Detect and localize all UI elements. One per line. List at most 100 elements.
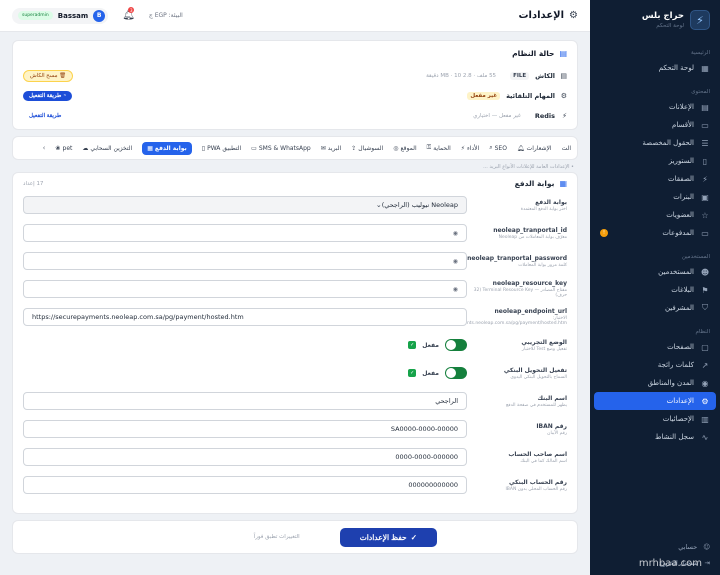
system-status-card: ▤ حالة النظام ▤ الكاش FILE 55 ملف · 2.8 … [12,40,578,130]
tab-share[interactable]: السوشيال ⇪ [351,145,383,152]
mail-icon: ✉ [320,144,326,152]
sidebar-item[interactable]: ∿ سجل النشاط [590,428,720,446]
text-input[interactable]: 0000-0000-000000 [23,448,467,466]
secret-input[interactable]: ◉ [23,280,467,298]
save-hint: التغييرات تطبق فوراً [253,534,300,540]
text-input[interactable]: الراجحي [23,392,467,410]
eye-icon[interactable]: ◉ [453,286,458,293]
sidebar-item[interactable]: ▤ الإعلانات [590,98,720,116]
page-icon: ▢ [701,342,709,352]
queue-howto-button[interactable]: ◔ طريقة التفعيل [23,91,73,101]
phone-icon: ▯ [201,144,206,152]
tab-chat[interactable]: SMS & WhatsApp ▭ [251,145,311,152]
check-icon: ✓ [410,532,417,542]
tab-cloud[interactable]: التخزين السحابي ☁ [82,145,132,152]
text-input[interactable]: 000000000000 [23,476,467,494]
toggle-switch[interactable] [445,339,467,351]
field-label: neoleap_endpoint_url [494,308,567,315]
field-description: يظهر للمستخدم في صفحة الدفع [506,402,567,408]
sidebar-item[interactable]: ◉ المدن والمناطق [590,374,720,392]
eye-icon[interactable]: ◉ [453,258,458,265]
eye-icon[interactable]: ◉ [453,230,458,237]
field-label: neoleap_resource_key [492,280,567,287]
bolt-icon: ⚡ [460,144,465,152]
redis-howto-button[interactable]: طريقة التفعيل [23,111,67,121]
main-content: ▤ حالة النظام ▤ الكاش FILE 55 ملف · 2.8 … [0,32,590,575]
star-icon: ☆ [701,210,709,220]
secret-input[interactable]: ◉ [23,224,467,242]
sidebar: ⚡ حراج بلس لوحة التحكم الرئيسية ▦ لوحة الت… [590,0,720,575]
form-row: neoleap_tranportal_password كلمة مرور بوا… [23,250,567,272]
tab-phone[interactable]: التطبيق PWA ▯ [202,145,241,152]
user-menu[interactable]: B Bassam superadmin [12,7,109,24]
toggle-label: مفعل [422,369,439,377]
sidebar-item[interactable]: ⚡ الصفقات [590,170,720,188]
sidebar-item[interactable]: ☰ الحقول المخصصة [590,134,720,152]
settings-tabs: الت الإشعارات 🔔︎ SEO ⌕ الأداء ⚡ الحماية ⚿ الموقع ◎… [12,136,578,160]
queue-label: المهام التلقائية [506,92,555,100]
database-icon: ▤ [560,72,567,80]
toggle-label: مفعل [422,341,439,349]
sidebar-item[interactable]: ▯ الستوريز [590,152,720,170]
text-input[interactable]: https://securepayments.neoleap.com.sa/pg… [23,308,467,326]
tab-label: pet [62,144,73,152]
cache-meta: 55 ملف · 2.8 MB · 10 دقيقة [426,73,497,79]
sidebar-item[interactable]: ▭ الأقسام [590,116,720,134]
save-label: حفظ الإعدادات [359,532,407,542]
tab-card[interactable]: بوابة الدفع ▦ [142,141,192,155]
sidebar-section-title: الرئيسية [691,50,710,56]
bolt-icon: ⚡ [562,112,567,120]
sidebar-item[interactable]: ▣ البنرات [590,188,720,206]
tabs-scroll-left-icon[interactable]: › [43,144,46,152]
sidebar-item[interactable]: ▭ المدفوعات! [590,224,720,242]
sidebar-item-label: سجل النشاط [655,433,694,441]
secret-input[interactable]: ◉ [23,252,467,270]
tab-search[interactable]: SEO ⌕ [489,144,507,152]
sidebar-item[interactable]: ▦ لوحة التحكم [590,59,720,77]
toggle-switch[interactable] [445,367,467,379]
gear-icon: ⚙ [701,396,709,406]
server-icon: ▤ [559,49,567,58]
tab-globe[interactable]: الموقع ◎ [393,145,416,152]
section-title: بوابة الدفع [514,179,555,188]
sidebar-item[interactable]: ⚑ البلاغات [590,281,720,299]
check-icon: ✓ [408,341,417,349]
sidebar-item-label: الإحصائيات [662,415,694,423]
users-icon: ☻ [700,267,710,277]
save-button[interactable]: ✓ حفظ الإعدادات [339,527,437,547]
redis-label: Redis [534,112,555,120]
form-row: اسم صاحب الحساب اسم المالك كما في البنك 00… [23,446,567,468]
sidebar-item[interactable]: ↗ كلمات رائجة [590,356,720,374]
text-input[interactable]: SA0000-0000-00000 [23,420,467,438]
tab-bolt[interactable]: الأداء ⚡ [461,145,479,152]
field-label: اسم صاحب الحساب [508,450,567,458]
topbar: ⚙ الإعدادات البيئة: EGP ج 🔔︎ 3 B Bassam … [0,0,590,32]
field-label: بوابة الدفع [535,198,567,206]
field-label: الوضع التجريبي [521,338,567,346]
settings-count: 17 إعداد [23,180,44,187]
tab-label: الحماية [433,144,451,152]
sidebar-item[interactable]: ⛉ المشرفين [590,299,720,317]
breadcrumb: • الإعدادات العامة للإعلانات الأنواع الب… [483,164,574,170]
payment-gateway-card: ▦ بوابة الدفع 17 إعداد بوابة الدفع اختر ب… [12,172,578,514]
tab-bell[interactable]: الإشعارات 🔔︎ [517,145,552,152]
pin-icon: ◉ [701,378,709,388]
tab-lock[interactable]: الحماية ⚿ [427,144,451,152]
sidebar-item-label: المستخدمين [658,268,694,276]
gateway-select[interactable]: Neoleap نيوليب (الراجحي) ⌄ [23,196,467,214]
tab-label: التطبيق PWA [207,144,242,152]
bell-icon: 🔔︎ [516,144,525,152]
tab-mail[interactable]: البريد ✉ [321,145,341,152]
sidebar-bottom-item[interactable]: ☺ حسابي [590,539,720,555]
sidebar-item[interactable]: ⚙ الإعدادات [594,392,716,410]
brand[interactable]: ⚡ حراج بلس لوحة التحكم [590,0,720,38]
sidebar-item[interactable]: ☆ العضويات [590,206,720,224]
sidebar-item[interactable]: ☻ المستخدمين [590,263,720,281]
sidebar-item[interactable]: ▥ الإحصائيات [590,410,720,428]
tab-truncated[interactable]: الت [562,145,571,152]
notifications-button[interactable]: 🔔︎ 3 [122,7,135,21]
clear-cache-button[interactable]: 🗑︎ مسح الكاش [23,70,74,82]
tab-paw[interactable]: pet ❀ [55,145,72,152]
sidebar-item[interactable]: ▢ الصفحات [590,338,720,356]
field-value: https://securepayments.neoleap.com.sa/pg… [32,313,244,321]
